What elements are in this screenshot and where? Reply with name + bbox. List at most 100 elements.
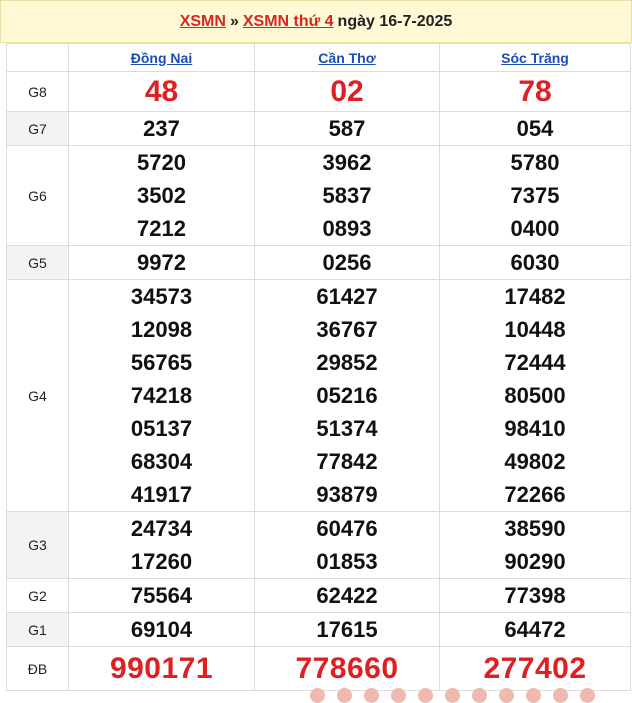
prize-value: 5780 <box>510 150 560 175</box>
prize-value: 0400 <box>510 216 560 241</box>
xsmn-weekday-link[interactable]: XSMN thứ 4 <box>243 13 334 31</box>
prize-value: 02 <box>254 71 440 112</box>
prize-cell: 5720 3502 7212 <box>68 145 255 246</box>
dot-icon <box>580 688 595 703</box>
prize-value: 38590 <box>504 516 566 541</box>
prize-value: 56765 <box>130 350 193 375</box>
prize-value: 61427 <box>316 284 378 309</box>
prize-value: 74218 <box>130 383 193 408</box>
prize-value: 98410 <box>504 416 566 441</box>
dot-icon <box>337 688 352 703</box>
prize-label: ĐB <box>6 646 69 691</box>
province-header-can-tho: Cần Thơ <box>254 43 440 72</box>
province-link-soc-trang[interactable]: Sóc Trăng <box>501 50 569 66</box>
prize-value: 78 <box>439 71 631 112</box>
prize-value: 7375 <box>510 183 560 208</box>
dot-icon <box>472 688 487 703</box>
prize-value: 64472 <box>439 612 631 647</box>
prize-value: 7212 <box>137 216 186 241</box>
prize-value: 24734 <box>130 516 193 541</box>
dot-icon <box>364 688 379 703</box>
prize-cell: 3962 5837 0893 <box>254 145 440 246</box>
prize-cell: 17482 10448 72444 80500 98410 49802 7226… <box>439 279 631 512</box>
prize-cell: 60476 01853 <box>254 511 440 579</box>
prize-value: 62422 <box>254 578 440 613</box>
prize-value: 9972 <box>68 245 255 280</box>
prize-value: 77842 <box>316 449 378 474</box>
prize-value: 41917 <box>130 482 193 507</box>
prize-label: G3 <box>6 511 69 579</box>
prize-row-special: ĐB 990171 778660 277402 <box>6 646 631 691</box>
corner-cell <box>6 43 69 72</box>
results-header: XSMN » XSMN thứ 4 ngày 16-7-2025 <box>0 0 632 43</box>
prize-value: 10448 <box>504 317 566 342</box>
prize-value: 17260 <box>130 549 193 574</box>
results-table: Đồng Nai Cần Thơ Sóc Trăng G8 48 02 78 G… <box>6 43 631 691</box>
dot-icon <box>418 688 433 703</box>
results-panel: XSMN » XSMN thứ 4 ngày 16-7-2025 Đồng Na… <box>0 0 632 703</box>
prize-value: 05137 <box>130 416 193 441</box>
prize-row-g2: G2 75564 62422 77398 <box>6 578 631 613</box>
dot-icon <box>526 688 541 703</box>
prize-value: 237 <box>68 111 255 146</box>
prize-cell: 38590 90290 <box>439 511 631 579</box>
prize-value: 17482 <box>504 284 566 309</box>
prize-value: 587 <box>254 111 440 146</box>
prize-value: 12098 <box>130 317 193 342</box>
prize-row-g4: G4 34573 12098 56765 74218 05137 68304 4… <box>6 279 631 512</box>
prize-value: 6030 <box>439 245 631 280</box>
prize-cell: 34573 12098 56765 74218 05137 68304 4191… <box>68 279 255 512</box>
province-header-soc-trang: Sóc Trăng <box>439 43 631 72</box>
dot-icon <box>310 688 325 703</box>
prize-value: 34573 <box>130 284 193 309</box>
prize-value: 90290 <box>504 549 566 574</box>
province-header-row: Đồng Nai Cần Thơ Sóc Trăng <box>6 43 631 72</box>
prize-row-g5: G5 9972 0256 6030 <box>6 245 631 280</box>
prize-label: G6 <box>6 145 69 246</box>
draw-date: ngày 16-7-2025 <box>337 12 453 30</box>
prize-label: G8 <box>6 71 69 112</box>
prize-label: G5 <box>6 245 69 280</box>
prize-value: 72266 <box>504 482 566 507</box>
prize-value: 17615 <box>254 612 440 647</box>
prize-value: 0256 <box>254 245 440 280</box>
dot-icon <box>499 688 514 703</box>
special-prize-value: 778660 <box>254 646 440 691</box>
prize-value: 054 <box>439 111 631 146</box>
prize-value: 29852 <box>316 350 378 375</box>
province-link-dong-nai[interactable]: Đồng Nai <box>131 50 192 66</box>
prize-value: 5720 <box>137 150 186 175</box>
prize-value: 01853 <box>316 549 378 574</box>
prize-label: G2 <box>6 578 69 613</box>
dot-icon <box>553 688 568 703</box>
prize-value: 72444 <box>504 350 566 375</box>
dot-icon <box>391 688 406 703</box>
prize-cell: 5780 7375 0400 <box>439 145 631 246</box>
prize-label: G7 <box>6 111 69 146</box>
prize-value: 0893 <box>322 216 372 241</box>
province-header-dong-nai: Đồng Nai <box>68 43 255 72</box>
prize-value: 60476 <box>316 516 378 541</box>
prize-row-g8: G8 48 02 78 <box>6 71 631 112</box>
special-prize-value: 277402 <box>439 646 631 691</box>
prize-value: 3962 <box>322 150 372 175</box>
prize-row-g6: G6 5720 3502 7212 3962 5837 0893 5780 73… <box>6 145 631 246</box>
xsmn-link[interactable]: XSMN <box>180 13 226 31</box>
prize-value: 49802 <box>504 449 566 474</box>
prize-value: 5837 <box>322 183 372 208</box>
prize-cell: 24734 17260 <box>68 511 255 579</box>
prize-value: 51374 <box>316 416 378 441</box>
province-link-can-tho[interactable]: Cần Thơ <box>318 50 375 66</box>
prize-value: 36767 <box>316 317 378 342</box>
prize-value: 3502 <box>137 183 186 208</box>
prize-value: 48 <box>68 71 255 112</box>
special-prize-value: 990171 <box>68 646 255 691</box>
dot-icon <box>445 688 460 703</box>
prize-value: 93879 <box>316 482 378 507</box>
prize-row-g7: G7 237 587 054 <box>6 111 631 146</box>
prize-value: 05216 <box>316 383 378 408</box>
prize-value: 69104 <box>68 612 255 647</box>
prize-cell: 61427 36767 29852 05216 51374 77842 9387… <box>254 279 440 512</box>
prize-row-g3: G3 24734 17260 60476 01853 38590 90290 <box>6 511 631 579</box>
prize-row-g1: G1 69104 17615 64472 <box>6 612 631 647</box>
